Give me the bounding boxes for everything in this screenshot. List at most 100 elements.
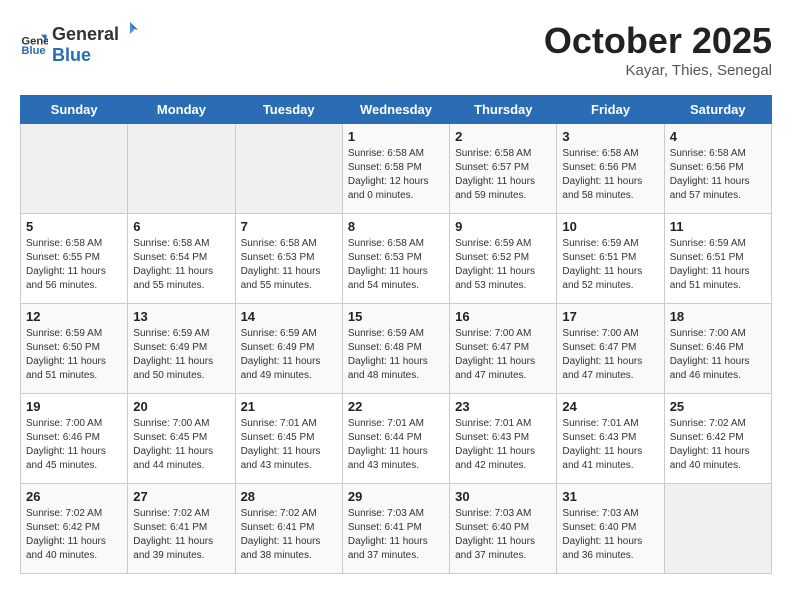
day-info: Sunrise: 6:59 AMSunset: 6:49 PMDaylight:… [133,327,229,383]
day-number: 10 [562,219,658,234]
calendar-table: SundayMondayTuesdayWednesdayThursdayFrid… [20,95,772,574]
day-info: Sunrise: 7:03 AMSunset: 6:40 PMDaylight:… [455,507,551,563]
day-number: 29 [348,489,444,504]
day-number: 9 [455,219,551,234]
day-cell: 12 Sunrise: 6:59 AMSunset: 6:50 PMDayligh… [21,304,128,394]
day-number: 2 [455,129,551,144]
day-cell: 19Sunrise: 7:00 AMSunset: 6:46 PMDayligh… [21,394,128,484]
day-cell: 2 Sunrise: 6:58 AMSunset: 6:57 PMDaylight… [450,124,557,214]
day-cell: 22Sunrise: 7:01 AMSunset: 6:44 PMDayligh… [342,394,449,484]
day-cell: 25 Sunrise: 7:02 AMSunset: 6:42 PMDayligh… [664,394,771,484]
day-header-friday: Friday [557,96,664,124]
day-number: 5 [26,219,122,234]
day-cell: 28 Sunrise: 7:02 AMSunset: 6:41 PMDayligh… [235,484,342,574]
day-cell: 21 Sunrise: 7:01 AMSunset: 6:45 PMDayligh… [235,394,342,484]
day-cell: 13 Sunrise: 6:59 AMSunset: 6:49 PMDayligh… [128,304,235,394]
day-info: Sunrise: 6:59 AMSunset: 6:48 PMDaylight:… [348,327,444,383]
day-cell [21,124,128,214]
day-info: Sunrise: 6:59 AMSunset: 6:51 PMDaylight:… [670,237,766,293]
day-cell [128,124,235,214]
day-info: Sunrise: 6:59 AMSunset: 6:50 PMDaylight:… [26,327,122,383]
day-number: 23 [455,399,551,414]
day-number: 18 [670,309,766,324]
day-cell [235,124,342,214]
day-number: 13 [133,309,229,324]
day-info: Sunrise: 6:58 AMSunset: 6:57 PMDaylight:… [455,147,551,203]
day-cell: 29 Sunrise: 7:03 AMSunset: 6:41 PMDayligh… [342,484,449,574]
day-info: Sunrise: 6:58 AMSunset: 6:56 PMDaylight:… [562,147,658,203]
day-info: Sunrise: 6:59 AMSunset: 6:51 PMDaylight:… [562,237,658,293]
day-info: Sunrise: 6:59 AMSunset: 6:49 PMDaylight:… [241,327,337,383]
subtitle: Kayar, Thies, Senegal [544,62,772,79]
day-number: 3 [562,129,658,144]
day-number: 12 [26,309,122,324]
day-info: Sunrise: 6:58 AMSunset: 6:55 PMDaylight:… [26,237,122,293]
page-header: General Blue General Blue October 2025 K… [20,20,772,79]
day-number: 8 [348,219,444,234]
day-info: Sunrise: 7:03 AMSunset: 6:41 PMDaylight:… [348,507,444,563]
day-cell: 8 Sunrise: 6:58 AMSunset: 6:53 PMDaylight… [342,214,449,304]
day-info: Sunrise: 7:00 AMSunset: 6:45 PMDaylight:… [133,417,229,473]
day-info: Sunrise: 7:01 AMSunset: 6:44 PMDaylight:… [348,417,444,473]
day-cell: 30 Sunrise: 7:03 AMSunset: 6:40 PMDayligh… [450,484,557,574]
day-info: Sunrise: 7:02 AMSunset: 6:42 PMDaylight:… [26,507,122,563]
day-cell: 15 Sunrise: 6:59 AMSunset: 6:48 PMDayligh… [342,304,449,394]
day-info: Sunrise: 6:58 AMSunset: 6:53 PMDaylight:… [241,237,337,293]
day-header-sunday: Sunday [21,96,128,124]
logo-text-blue: Blue [52,45,91,65]
main-title: October 2025 [544,20,772,62]
day-info: Sunrise: 6:58 AMSunset: 6:54 PMDaylight:… [133,237,229,293]
day-number: 21 [241,399,337,414]
day-cell: 17 Sunrise: 7:00 AMSunset: 6:47 PMDayligh… [557,304,664,394]
day-number: 15 [348,309,444,324]
day-cell: 20 Sunrise: 7:00 AMSunset: 6:45 PMDayligh… [128,394,235,484]
day-cell: 3 Sunrise: 6:58 AMSunset: 6:56 PMDaylight… [557,124,664,214]
day-info: Sunrise: 7:00 AMSunset: 6:47 PMDaylight:… [455,327,551,383]
day-cell: 5 Sunrise: 6:58 AMSunset: 6:55 PMDaylight… [21,214,128,304]
title-area: October 2025 Kayar, Thies, Senegal [544,20,772,79]
day-number: 6 [133,219,229,234]
day-header-saturday: Saturday [664,96,771,124]
day-number: 27 [133,489,229,504]
logo-text-general: General [52,24,119,45]
day-number: 17 [562,309,658,324]
day-number: 30 [455,489,551,504]
day-info: Sunrise: 7:00 AMSunset: 6:46 PMDaylight:… [670,327,766,383]
day-number: 4 [670,129,766,144]
day-info: Sunrise: 7:02 AMSunset: 6:42 PMDaylight:… [670,417,766,473]
day-cell: 11 Sunrise: 6:59 AMSunset: 6:51 PMDayligh… [664,214,771,304]
day-number: 1 [348,129,444,144]
day-number: 25 [670,399,766,414]
day-cell: 23Sunrise: 7:01 AMSunset: 6:43 PMDayligh… [450,394,557,484]
day-number: 31 [562,489,658,504]
day-header-thursday: Thursday [450,96,557,124]
day-info: Sunrise: 6:58 AMSunset: 6:53 PMDaylight:… [348,237,444,293]
day-info: Sunrise: 7:01 AMSunset: 6:45 PMDaylight:… [241,417,337,473]
day-number: 28 [241,489,337,504]
day-cell: 7 Sunrise: 6:58 AMSunset: 6:53 PMDaylight… [235,214,342,304]
day-number: 24 [562,399,658,414]
week-row-1: 1Sunrise: 6:58 AMSunset: 6:58 PMDaylight… [21,124,772,214]
day-cell: 10 Sunrise: 6:59 AMSunset: 6:51 PMDayligh… [557,214,664,304]
day-number: 16 [455,309,551,324]
day-number: 11 [670,219,766,234]
day-header-tuesday: Tuesday [235,96,342,124]
day-cell [664,484,771,574]
day-cell: 31Sunrise: 7:03 AMSunset: 6:40 PMDayligh… [557,484,664,574]
day-header-wednesday: Wednesday [342,96,449,124]
week-row-5: 26 Sunrise: 7:02 AMSunset: 6:42 PMDayligh… [21,484,772,574]
day-cell: 14Sunrise: 6:59 AMSunset: 6:49 PMDayligh… [235,304,342,394]
day-cell: 9Sunrise: 6:59 AMSunset: 6:52 PMDaylight… [450,214,557,304]
day-number: 20 [133,399,229,414]
day-headers-row: SundayMondayTuesdayWednesdayThursdayFrid… [21,96,772,124]
day-number: 7 [241,219,337,234]
week-row-2: 5 Sunrise: 6:58 AMSunset: 6:55 PMDaylight… [21,214,772,304]
week-row-3: 12 Sunrise: 6:59 AMSunset: 6:50 PMDayligh… [21,304,772,394]
day-info: Sunrise: 7:02 AMSunset: 6:41 PMDaylight:… [241,507,337,563]
day-cell: 26 Sunrise: 7:02 AMSunset: 6:42 PMDayligh… [21,484,128,574]
day-cell: 27 Sunrise: 7:02 AMSunset: 6:41 PMDayligh… [128,484,235,574]
day-number: 26 [26,489,122,504]
day-cell: 4Sunrise: 6:58 AMSunset: 6:56 PMDaylight… [664,124,771,214]
day-info: Sunrise: 7:00 AMSunset: 6:47 PMDaylight:… [562,327,658,383]
day-info: Sunrise: 7:02 AMSunset: 6:41 PMDaylight:… [133,507,229,563]
